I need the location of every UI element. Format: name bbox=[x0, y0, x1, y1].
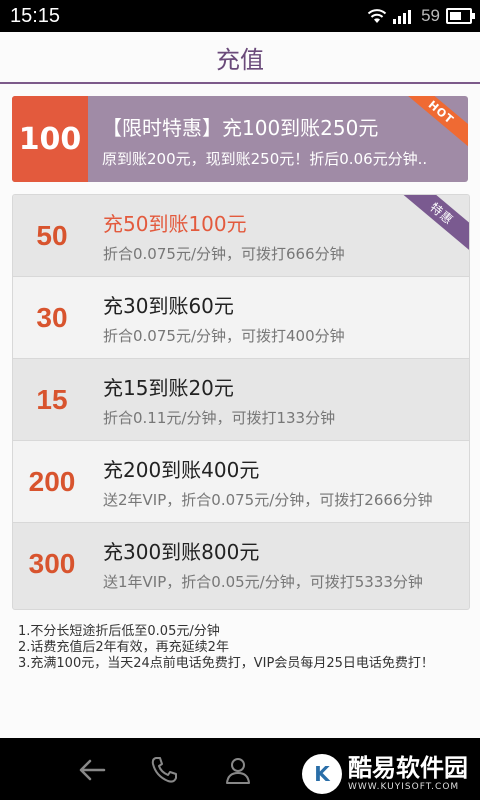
status-icons: 59 bbox=[367, 6, 475, 26]
note-line: 3.充满100元，当天24点前电话免费打，VIP会员每月25日电话免费打！ bbox=[18, 656, 434, 671]
package-item[interactable]: 300 充300到账800元 送1年VIP，折合0.05元/分钟，可拨打5333… bbox=[13, 523, 469, 605]
package-item[interactable]: 15 充15到账20元 折合0.11元/分钟，可拨打133分钟 bbox=[13, 359, 469, 441]
package-amount: 15 bbox=[36, 383, 68, 415]
note-line: 2.话费充值后2年有效，再充延续2年 bbox=[18, 640, 229, 655]
back-arrow-icon[interactable] bbox=[76, 754, 108, 786]
package-info: 充50到账100元 折合0.075元/分钟，可拨打666分钟 bbox=[91, 208, 345, 264]
watermark-logo-icon: K bbox=[302, 754, 342, 794]
package-desc: 送1年VIP，折合0.05元/分钟，可拨打5333分钟 bbox=[103, 573, 423, 591]
watermark-text: 酷易软件园 bbox=[348, 754, 468, 782]
wifi-icon bbox=[367, 9, 387, 23]
promo-amount: 100 bbox=[12, 96, 88, 182]
battery-icon bbox=[446, 8, 475, 24]
package-list: 50 充50到账100元 折合0.075元/分钟，可拨打666分钟 特惠 30 … bbox=[12, 194, 470, 610]
promo-card[interactable]: 100 【限时特惠】充100到账250元 原到账200元，现到账250元！折后0… bbox=[12, 96, 468, 182]
package-desc: 折合0.075元/分钟，可拨打400分钟 bbox=[103, 326, 345, 345]
note-line: 1.不分长短途折后低至0.05元/分钟 bbox=[18, 624, 220, 639]
package-title: 充300到账800元 bbox=[103, 540, 260, 564]
page-title: 充值 bbox=[216, 45, 264, 74]
notes: 1.不分长短途折后低至0.05元/分钟 2.话费充值后2年有效，再充延续2年 3… bbox=[18, 624, 468, 672]
package-info: 充300到账800元 送1年VIP，折合0.05元/分钟，可拨打5333分钟 bbox=[91, 536, 423, 592]
watermark-logo: K 酷易软件园 WWW.KUYISOFT.COM bbox=[302, 754, 468, 794]
watermark-url: WWW.KUYISOFT.COM bbox=[348, 782, 460, 792]
navigation-bar: K 酷易软件园 WWW.KUYISOFT.COM bbox=[0, 738, 480, 800]
special-badge: 特惠 bbox=[393, 195, 469, 257]
package-info: 充200到账400元 送2年VIP，折合0.075元/分钟，可拨打2666分钟 bbox=[91, 454, 432, 510]
package-info: 充15到账20元 折合0.11元/分钟，可拨打133分钟 bbox=[91, 372, 335, 428]
battery-percent: 59 bbox=[421, 6, 440, 25]
package-desc: 送2年VIP，折合0.075元/分钟，可拨打2666分钟 bbox=[103, 490, 433, 509]
signal-icon bbox=[393, 10, 412, 24]
package-title: 充15到账20元 bbox=[103, 375, 234, 400]
package-info: 充30到账60元 折合0.075元/分钟，可拨打400分钟 bbox=[91, 290, 345, 346]
package-item[interactable]: 200 充200到账400元 送2年VIP，折合0.075元/分钟，可拨打266… bbox=[13, 441, 469, 523]
package-amount: 50 bbox=[36, 219, 68, 251]
package-desc: 折合0.11元/分钟，可拨打133分钟 bbox=[103, 408, 336, 427]
package-title: 充200到账400元 bbox=[103, 457, 260, 482]
promo-subtitle: 原到账200元，现到账250元！折后0.06元分钟.. bbox=[102, 150, 428, 168]
package-amount: 200 bbox=[28, 465, 76, 497]
promo-title: 【限时特惠】充100到账250元 bbox=[102, 116, 379, 140]
package-item[interactable]: 30 充30到账60元 折合0.075元/分钟，可拨打400分钟 bbox=[13, 277, 469, 359]
package-title: 充30到账60元 bbox=[103, 293, 234, 318]
contacts-icon[interactable] bbox=[222, 754, 254, 786]
package-desc: 折合0.075元/分钟，可拨打666分钟 bbox=[103, 244, 345, 263]
package-title: 充50到账100元 bbox=[103, 211, 247, 236]
package-amount: 30 bbox=[36, 301, 68, 333]
package-amount: 300 bbox=[28, 548, 76, 579]
header: 充值 bbox=[0, 32, 480, 84]
promo-texts: 【限时特惠】充100到账250元 原到账200元，现到账250元！折后0.06元… bbox=[88, 96, 427, 182]
status-time: 15:15 bbox=[10, 4, 61, 27]
status-bar: 15:15 59 bbox=[0, 0, 480, 32]
package-item[interactable]: 50 充50到账100元 折合0.075元/分钟，可拨打666分钟 特惠 bbox=[13, 195, 469, 277]
phone-icon[interactable] bbox=[148, 754, 180, 786]
